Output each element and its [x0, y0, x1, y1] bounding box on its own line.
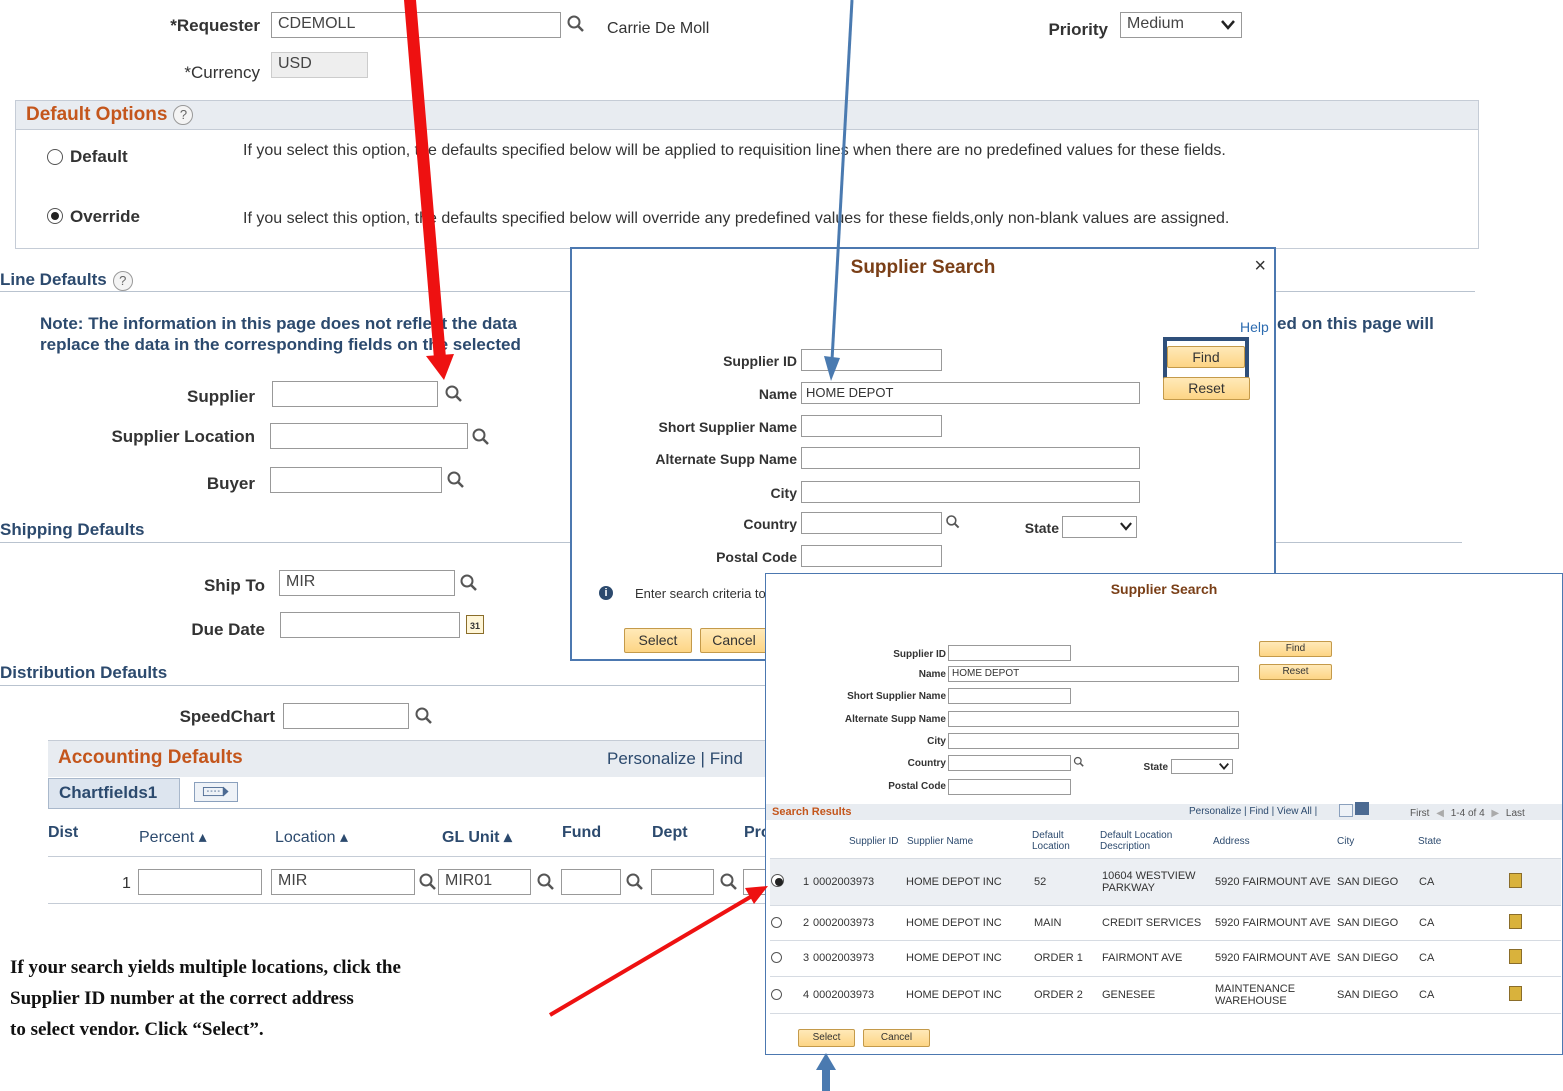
blue-arrow-to-select-button	[816, 1053, 836, 1091]
annotation-arrows	[404, 0, 854, 1091]
blue-arrow-to-name-field	[824, 0, 854, 381]
red-arrow-to-radio	[548, 886, 768, 1017]
red-arrow-to-supplier-lookup	[404, 0, 454, 380]
